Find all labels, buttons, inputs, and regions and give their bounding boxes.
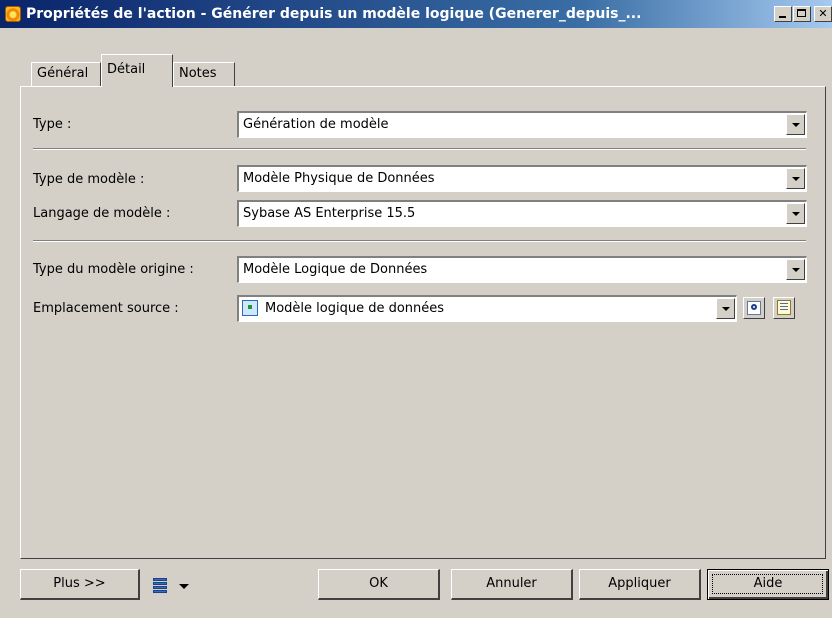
model-language-select[interactable]: Sybase AS Enterprise 15.5 <box>237 200 807 227</box>
model-type-select[interactable]: Modèle Physique de Données <box>237 165 807 192</box>
origin-model-type-dropdown-button[interactable] <box>786 259 805 280</box>
more-button[interactable]: Plus >> <box>20 569 140 600</box>
window-title: Propriétés de l'action - Générer depuis … <box>26 6 642 22</box>
model-type-value: Modèle Physique de Données <box>243 171 435 186</box>
model-language-dropdown-button[interactable] <box>786 203 805 224</box>
source-location-label: Emplacement source : <box>33 301 179 316</box>
help-button[interactable]: Aide <box>707 569 829 600</box>
apply-button[interactable]: Appliquer <box>579 569 701 600</box>
action-icon <box>5 6 21 22</box>
detail-panel <box>20 86 826 559</box>
apply-button-label: Appliquer <box>608 576 671 591</box>
layout-menu-icon[interactable] <box>152 577 168 595</box>
tab-notes[interactable]: Notes <box>173 62 235 86</box>
separator <box>33 240 806 242</box>
properties-button[interactable] <box>773 297 795 319</box>
maximize-button[interactable] <box>793 6 811 22</box>
find-object-icon <box>747 301 761 315</box>
ok-button[interactable]: OK <box>318 569 440 600</box>
logical-model-icon <box>242 300 258 316</box>
find-object-button[interactable] <box>743 297 765 319</box>
chevron-down-icon[interactable] <box>179 584 189 589</box>
type-value: Génération de modèle <box>243 117 389 132</box>
model-type-label: Type de modèle : <box>33 172 145 187</box>
help-button-label: Aide <box>753 576 783 591</box>
model-type-dropdown-button[interactable] <box>786 168 805 189</box>
separator <box>33 148 806 150</box>
tab-general[interactable]: Général <box>31 62 101 86</box>
origin-model-type-label: Type du modèle origine : <box>33 262 194 277</box>
properties-dialog: Propriétés de l'action - Générer depuis … <box>0 0 832 618</box>
close-button[interactable]: ✕ <box>814 6 832 22</box>
source-location-value: Modèle logique de données <box>265 301 445 316</box>
cancel-button[interactable]: Annuler <box>451 569 573 600</box>
type-dropdown-button[interactable] <box>786 114 805 135</box>
source-location-dropdown-button[interactable] <box>716 298 735 319</box>
minimize-button[interactable] <box>774 6 792 22</box>
type-select[interactable]: Génération de modèle <box>237 111 807 138</box>
model-language-value: Sybase AS Enterprise 15.5 <box>243 206 416 221</box>
type-label: Type : <box>33 117 72 132</box>
properties-icon <box>777 300 791 315</box>
title-bar[interactable]: Propriétés de l'action - Générer depuis … <box>0 0 832 28</box>
origin-model-type-select[interactable]: Modèle Logique de Données <box>237 256 807 283</box>
model-language-label: Langage de modèle : <box>33 206 171 221</box>
source-location-select[interactable]: Modèle logique de données <box>237 295 737 322</box>
tab-detail[interactable]: Détail <box>101 54 173 87</box>
origin-model-type-value: Modèle Logique de Données <box>243 262 428 277</box>
